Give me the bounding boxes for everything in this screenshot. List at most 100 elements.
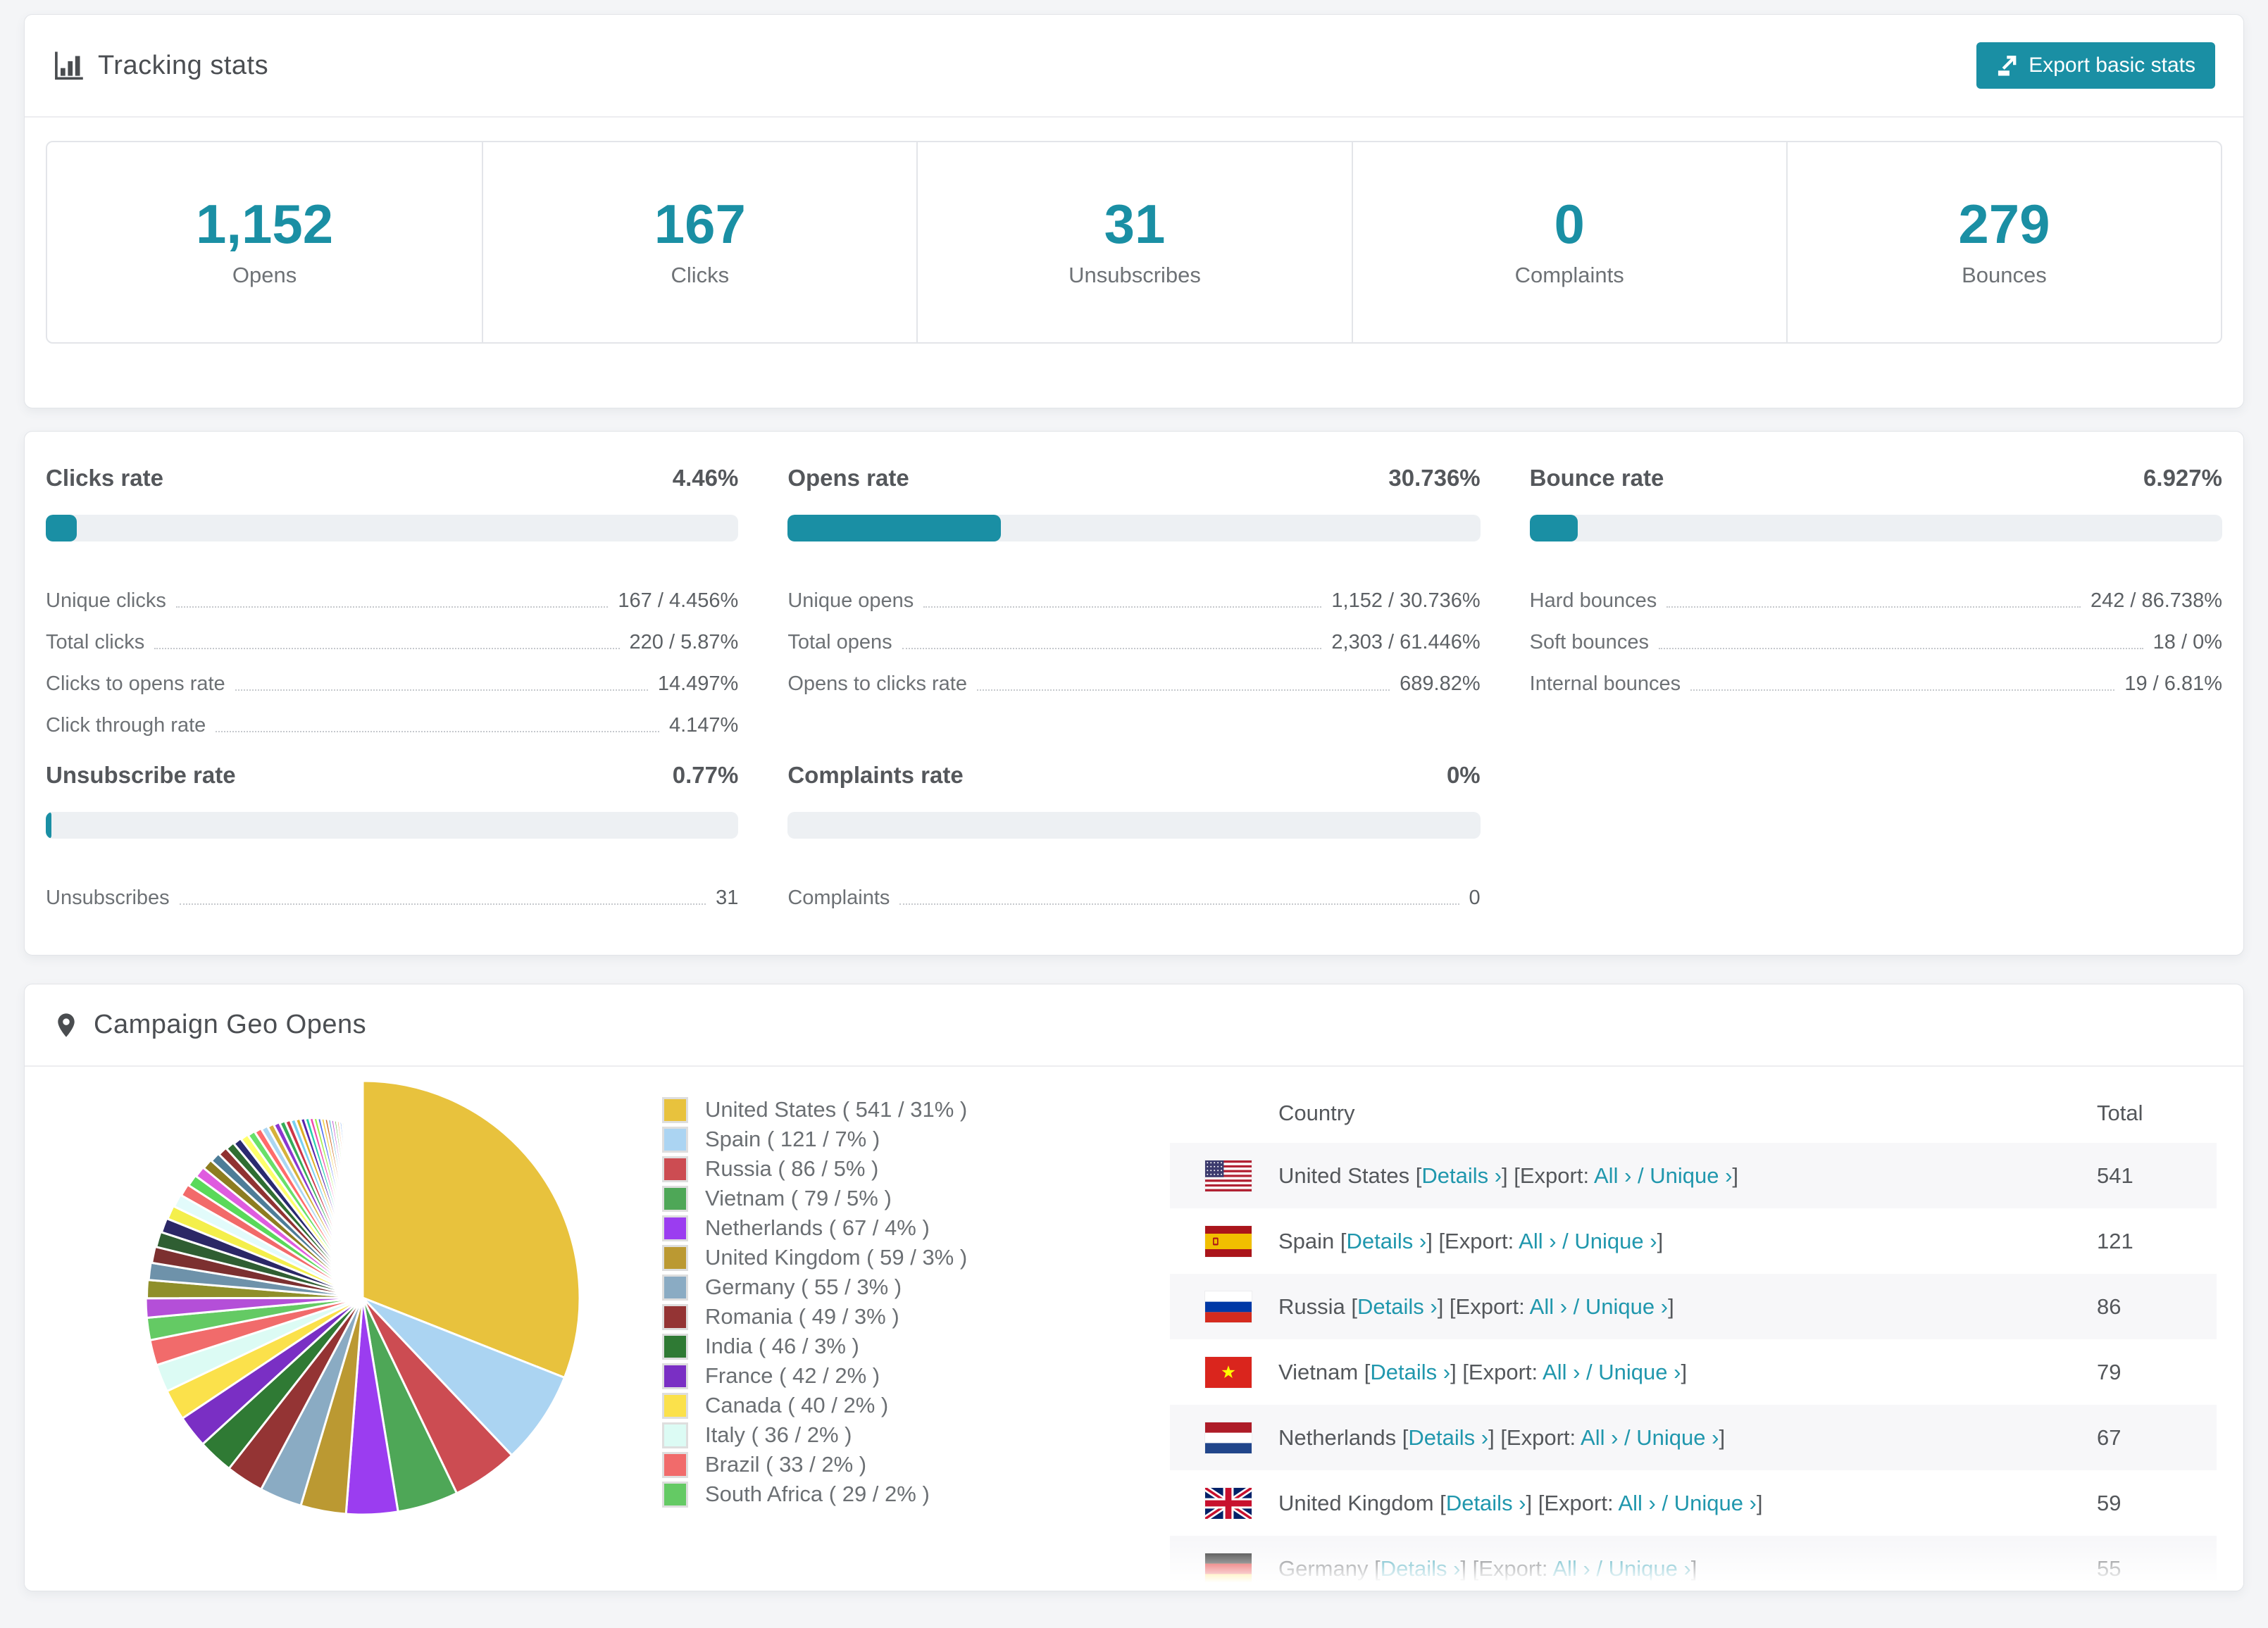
rate-row-value: 242 / 86.738%: [2090, 589, 2222, 613]
legend-swatch: [662, 1303, 688, 1330]
rate-row-unique-opens: Unique opens 1,152 / 30.736%: [787, 571, 1480, 613]
legend-item-brazil[interactable]: Brazil ( 33 / 2% ): [662, 1450, 967, 1479]
legend-swatch: [662, 1126, 688, 1153]
progress-bar-fill: [787, 515, 1001, 541]
table-row-netherlands: Netherlands [Details ›] [Export: All › /…: [1170, 1405, 2217, 1470]
geo-table-header: Country Total: [1170, 1084, 2217, 1143]
legend-item-spain[interactable]: Spain ( 121 / 7% ): [662, 1125, 967, 1154]
stat-label: Bounces: [1962, 263, 2047, 287]
legend-item-germany[interactable]: Germany ( 55 / 3% ): [662, 1272, 967, 1302]
export-all-link[interactable]: All ›: [1581, 1425, 1618, 1450]
dotted-leader: [899, 903, 1459, 905]
legend-label: Italy ( 36 / 2% ): [705, 1422, 852, 1447]
flag-us-icon: [1205, 1160, 1252, 1191]
export-unique-link[interactable]: Unique ›: [1574, 1229, 1657, 1253]
rate-row-value: 14.497%: [657, 672, 739, 696]
table-row-spain: Spain [Details ›] [Export: All › / Uniqu…: [1170, 1208, 2217, 1274]
legend-item-russia[interactable]: Russia ( 86 / 5% ): [662, 1154, 967, 1184]
stat-value: 279: [1958, 193, 2050, 255]
rate-title: Complaints rate: [787, 762, 964, 788]
export-unique-link[interactable]: Unique ›: [1609, 1556, 1691, 1581]
rate-row-label: Soft bounces: [1529, 631, 1649, 654]
rate-row-clicks-to-opens-rate: Clicks to opens rate 14.497%: [46, 654, 738, 696]
details-link[interactable]: Details ›: [1421, 1163, 1502, 1188]
rate-row-total-clicks: Total clicks 220 / 5.87%: [46, 613, 738, 654]
column-header-country: Country: [1278, 1101, 1355, 1125]
legend-item-south-africa[interactable]: South Africa ( 29 / 2% ): [662, 1479, 967, 1509]
details-link[interactable]: Details ›: [1347, 1229, 1427, 1253]
rate-row-unsubscribes: Unsubscribes 31: [46, 868, 738, 910]
geo-table: Country Total United States [Details ›] …: [1170, 1084, 2217, 1591]
rate-head: Clicks rate 4.46%: [46, 461, 738, 495]
table-row-vietnam: Vietnam [Details ›] [Export: All › / Uni…: [1170, 1339, 2217, 1405]
progress-bar: [787, 812, 1481, 839]
legend-item-romania[interactable]: Romania ( 49 / 3% ): [662, 1302, 967, 1332]
total-cell: 541: [2097, 1163, 2133, 1188]
stat-value: 31: [1104, 193, 1166, 255]
link-separator: /: [1631, 1163, 1650, 1188]
details-link[interactable]: Details ›: [1446, 1491, 1526, 1515]
progress-bar-fill: [46, 515, 77, 541]
export-basic-stats-button[interactable]: Export basic stats: [1976, 42, 2215, 89]
table-row-united-kingdom: United Kingdom [Details ›] [Export: All …: [1170, 1470, 2217, 1536]
rate-block-bounce-rate: Bounce rate 6.927% Hard bounces 242 / 86…: [1529, 461, 2222, 737]
export-unique-link[interactable]: Unique ›: [1650, 1163, 1732, 1188]
export-unique-link[interactable]: Unique ›: [1585, 1294, 1668, 1319]
stat-value: 0: [1554, 193, 1585, 255]
tracking-stats-card: Tracking stats Export basic stats 1,152 …: [24, 14, 2244, 408]
legend-label: Romania ( 49 / 3% ): [705, 1304, 899, 1329]
legend-swatch: [662, 1185, 688, 1212]
export-unique-link[interactable]: Unique ›: [1598, 1360, 1681, 1384]
rate-row-label: Opens to clicks rate: [787, 672, 967, 696]
page-title: Tracking stats: [98, 50, 269, 80]
stat-value: 1,152: [195, 193, 334, 255]
link-separator: /: [1556, 1228, 1575, 1253]
legend-swatch: [662, 1392, 688, 1419]
legend-item-united-kingdom[interactable]: United Kingdom ( 59 / 3% ): [662, 1243, 967, 1272]
dotted-leader: [1666, 606, 2081, 608]
legend-swatch: [662, 1156, 688, 1182]
stat-label: Complaints: [1514, 263, 1624, 287]
export-all-link[interactable]: All ›: [1530, 1294, 1567, 1319]
legend-item-united-states[interactable]: United States ( 541 / 31% ): [662, 1095, 967, 1125]
geo-content: United States ( 541 / 31% ) Spain ( 121 …: [25, 1067, 2243, 1591]
rate-value: 4.46%: [672, 465, 739, 491]
legend-item-france[interactable]: France ( 42 / 2% ): [662, 1361, 967, 1391]
export-all-link[interactable]: All ›: [1519, 1229, 1556, 1253]
export-all-link[interactable]: All ›: [1552, 1556, 1590, 1581]
details-link[interactable]: Details ›: [1381, 1556, 1461, 1581]
dotted-leader: [1690, 689, 2115, 691]
legend-item-india[interactable]: India ( 46 / 3% ): [662, 1332, 967, 1361]
export-all-link[interactable]: All ›: [1594, 1163, 1631, 1188]
legend-swatch: [662, 1096, 688, 1123]
stat-label: Clicks: [671, 263, 730, 287]
rate-row-value: 4.147%: [668, 714, 739, 737]
stat-label: Unsubscribes: [1068, 263, 1201, 287]
legend-item-italy[interactable]: Italy ( 36 / 2% ): [662, 1420, 967, 1450]
details-link[interactable]: Details ›: [1408, 1425, 1488, 1450]
rates-grid: Clicks rate 4.46% Unique clicks 167 / 4.…: [46, 461, 2222, 910]
rate-row-value: 0: [1469, 887, 1481, 910]
rate-row-value: 18 / 0%: [2152, 631, 2222, 654]
stat-card-unsubscribes: 31 Unsubscribes: [916, 142, 1351, 342]
details-link[interactable]: Details ›: [1370, 1360, 1450, 1384]
export-all-link[interactable]: All ›: [1543, 1360, 1580, 1384]
country-cell: Russia [Details ›] [Export: All › / Uniq…: [1278, 1294, 1674, 1319]
link-separator: /: [1567, 1294, 1585, 1319]
country-cell: Spain [Details ›] [Export: All › / Uniqu…: [1278, 1228, 1664, 1253]
export-unique-link[interactable]: Unique ›: [1674, 1491, 1757, 1515]
flag-vn-icon: [1205, 1356, 1252, 1388]
legend-item-vietnam[interactable]: Vietnam ( 79 / 5% ): [662, 1184, 967, 1213]
legend-item-netherlands[interactable]: Netherlands ( 67 / 4% ): [662, 1213, 967, 1243]
export-unique-link[interactable]: Unique ›: [1636, 1425, 1719, 1450]
rates-card: Clicks rate 4.46% Unique clicks 167 / 4.…: [24, 431, 2244, 956]
rate-rows: Unsubscribes 31: [46, 868, 738, 910]
country-cell: Germany [Details ›] [Export: All › / Uni…: [1278, 1555, 1697, 1581]
export-all-link[interactable]: All ›: [1618, 1491, 1655, 1515]
rate-row-value: 167 / 4.456%: [618, 589, 739, 613]
geo-pie-chart[interactable]: [144, 1079, 581, 1520]
details-link[interactable]: Details ›: [1357, 1294, 1438, 1319]
rate-block-opens-rate: Opens rate 30.736% Unique opens 1,152 / …: [787, 461, 1481, 737]
legend-item-canada[interactable]: Canada ( 40 / 2% ): [662, 1391, 967, 1420]
geo-legend: United States ( 541 / 31% ) Spain ( 121 …: [662, 1095, 967, 1509]
